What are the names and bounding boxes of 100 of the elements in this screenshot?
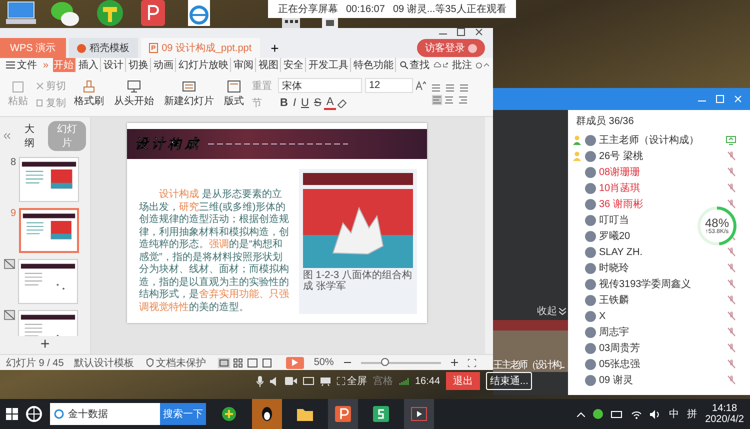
document-p-icon[interactable]	[140, 0, 166, 28]
end-call-button[interactable]: 结束通...	[486, 372, 532, 390]
play-button[interactable]	[286, 356, 304, 368]
zoom-in-icon[interactable]	[450, 359, 458, 366]
search-button[interactable]: 搜索一下	[160, 403, 206, 425]
volume-icon[interactable]	[650, 410, 662, 418]
scissors-icon	[36, 82, 44, 90]
font-size-field[interactable]: 12	[365, 78, 413, 93]
grow-font-icon[interactable]	[416, 81, 426, 90]
slide-thumbnail[interactable]	[19, 157, 79, 202]
input-method[interactable]: 中	[669, 407, 680, 421]
panel-tab[interactable]: 大纲	[14, 121, 44, 151]
microphone-icon[interactable]	[256, 376, 264, 386]
member-name[interactable]: SLAY ZH.	[599, 246, 643, 258]
wifi-icon[interactable]	[631, 410, 642, 418]
help-icon[interactable]	[476, 60, 482, 70]
screen-share-icon[interactable]	[303, 376, 314, 386]
file-menu[interactable]: 文件	[4, 58, 39, 72]
slide-count: 幻灯片 9 / 45	[6, 356, 64, 370]
collapse-panel-icon[interactable]	[4, 133, 11, 139]
format-button[interactable]: I	[290, 97, 298, 109]
video-player-icon[interactable]	[404, 399, 434, 429]
grid-icon[interactable]	[282, 18, 300, 28]
share-icon[interactable]	[442, 61, 448, 69]
search-field[interactable]: 金十数据	[50, 403, 160, 425]
member-name[interactable]: 叮叮当	[599, 213, 629, 227]
member-name[interactable]: 10肖菡琪	[599, 181, 640, 195]
close-icon[interactable]	[475, 28, 483, 36]
mic-muted-icon[interactable]	[727, 311, 736, 321]
member-name[interactable]: 王主老师（设计构成）	[599, 133, 699, 147]
font-field[interactable]: 宋体	[278, 78, 362, 93]
comment-button[interactable]: 批注	[450, 58, 474, 72]
layout-button[interactable]: 版式	[222, 80, 246, 108]
image-caption: 图 1-2-3 八面体的组合构成 张学军	[303, 270, 413, 292]
member-name[interactable]: 26号 梁桃	[599, 149, 643, 163]
mic-muted-icon[interactable]	[727, 151, 736, 161]
whiteboard-icon[interactable]	[320, 376, 331, 386]
chevron-up-icon[interactable]	[577, 412, 586, 416]
slide-thumbnail[interactable]	[19, 208, 79, 253]
fullscreen-button[interactable]: 全屏	[337, 374, 367, 388]
mic-muted-icon[interactable]	[727, 295, 736, 305]
mic-muted-icon[interactable]	[727, 375, 736, 385]
mic-muted-icon[interactable]	[727, 327, 736, 337]
mic-muted-icon[interactable]	[727, 199, 736, 209]
avatar	[585, 310, 596, 322]
member-name[interactable]: X	[599, 310, 606, 322]
add-slide-button[interactable]: +	[40, 336, 50, 354]
member-name[interactable]: 03周贵芳	[599, 341, 640, 355]
fit-window-icon[interactable]	[468, 358, 476, 366]
format-button[interactable]: S	[312, 97, 324, 109]
mic-muted-icon[interactable]	[727, 247, 736, 257]
member-name[interactable]: 36 谢雨彬	[599, 197, 643, 211]
presentation-app-icon[interactable]	[328, 399, 358, 429]
play-from-start-button[interactable]: 从头开始	[112, 80, 156, 108]
member-count: 群成员 36/36	[575, 114, 635, 129]
format-button[interactable]: B	[278, 97, 290, 109]
windows-start-icon[interactable]	[6, 408, 18, 420]
search-button[interactable]: 查找	[398, 58, 432, 72]
mic-muted-icon[interactable]	[727, 167, 736, 177]
tray-app-icon[interactable]	[593, 409, 604, 419]
mic-muted-icon[interactable]	[727, 279, 736, 289]
member-name[interactable]: 周志宇	[599, 325, 629, 339]
chat-bubbles-icon[interactable]	[50, 0, 80, 28]
member-name[interactable]: 08谢珊珊	[599, 165, 640, 179]
format-painter-button[interactable]: 格式刷	[72, 80, 106, 108]
input-mode[interactable]: 拼	[687, 407, 698, 421]
mic-muted-icon[interactable]	[727, 343, 736, 353]
login-button[interactable]: 访客登录	[417, 39, 485, 57]
file-icon[interactable]	[322, 18, 338, 28]
penguin-app-icon[interactable]	[252, 399, 282, 429]
maximize-icon[interactable]	[457, 28, 465, 36]
avatar	[585, 374, 596, 386]
tab[interactable]: 稻壳模板	[68, 38, 138, 58]
format-button[interactable]: U	[299, 97, 311, 109]
format-button[interactable]: A	[324, 96, 336, 110]
member-name[interactable]: 罗曦20	[599, 229, 630, 243]
search-icon	[400, 61, 408, 69]
cloud-icon[interactable]	[434, 61, 441, 69]
member-name[interactable]: 王铁麟	[599, 293, 629, 307]
new-slide-button[interactable]: 新建幻灯片	[162, 80, 216, 108]
slide-thumbnail[interactable]	[18, 259, 78, 304]
eraser-icon[interactable]	[336, 98, 347, 108]
avatar	[585, 230, 596, 242]
speaker-icon[interactable]	[270, 376, 279, 386]
member-name[interactable]: 视传3193学委周鑫义	[599, 277, 692, 291]
protection-status[interactable]: 文档未保护	[144, 356, 208, 370]
hidden-slide-icon	[4, 259, 15, 269]
mic-muted-icon[interactable]	[727, 263, 736, 273]
exit-button[interactable]: 退出	[446, 372, 480, 390]
zoom-out-icon[interactable]	[344, 359, 351, 366]
member-name[interactable]: 09 谢灵	[599, 373, 633, 387]
camera-icon[interactable]	[285, 377, 297, 385]
new-tab-button[interactable]: +	[262, 38, 287, 58]
member-name[interactable]: 时晓玲	[599, 261, 629, 275]
collapse-icon[interactable]	[484, 62, 489, 68]
t-logo-icon[interactable]	[95, 0, 125, 28]
mic-muted-icon[interactable]	[727, 183, 736, 193]
member-name[interactable]: 05张忠强	[599, 357, 640, 371]
mic-muted-icon[interactable]	[727, 359, 736, 369]
avatar	[585, 182, 596, 194]
